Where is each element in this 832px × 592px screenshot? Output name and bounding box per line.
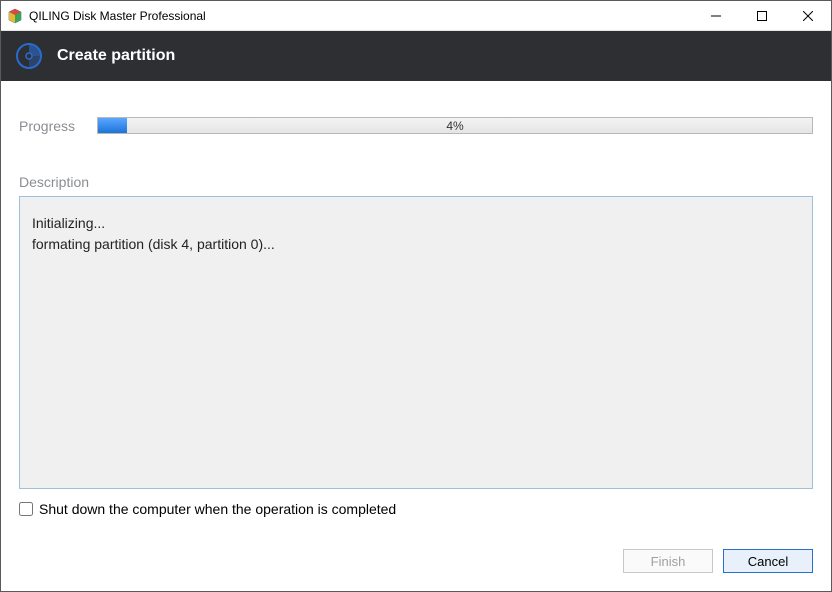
- content-area: Progress 4% Description Initializing... …: [1, 81, 831, 535]
- progress-row: Progress 4%: [19, 117, 813, 134]
- progress-label: Progress: [19, 118, 97, 134]
- progress-bar: 4%: [97, 117, 813, 134]
- window-title: QILING Disk Master Professional: [29, 9, 206, 23]
- operation-header: Create partition: [1, 31, 831, 81]
- titlebar: QILING Disk Master Professional: [1, 1, 831, 31]
- cancel-button[interactable]: Cancel: [723, 549, 813, 573]
- maximize-button[interactable]: [739, 1, 785, 31]
- partition-icon: [15, 42, 43, 70]
- finish-button: Finish: [623, 549, 713, 573]
- shutdown-checkbox[interactable]: [19, 502, 33, 516]
- close-button[interactable]: [785, 1, 831, 31]
- log-line: formating partition (disk 4, partition 0…: [32, 234, 800, 255]
- description-label: Description: [19, 174, 813, 190]
- minimize-button[interactable]: [693, 1, 739, 31]
- operation-title: Create partition: [57, 47, 175, 65]
- app-icon: [7, 8, 23, 24]
- button-row: Finish Cancel: [1, 535, 831, 591]
- shutdown-checkbox-row[interactable]: Shut down the computer when the operatio…: [19, 501, 813, 517]
- description-box: Initializing... formating partition (dis…: [19, 196, 813, 489]
- progress-text: 4%: [98, 118, 812, 133]
- log-line: Initializing...: [32, 213, 800, 234]
- shutdown-label: Shut down the computer when the operatio…: [39, 501, 396, 517]
